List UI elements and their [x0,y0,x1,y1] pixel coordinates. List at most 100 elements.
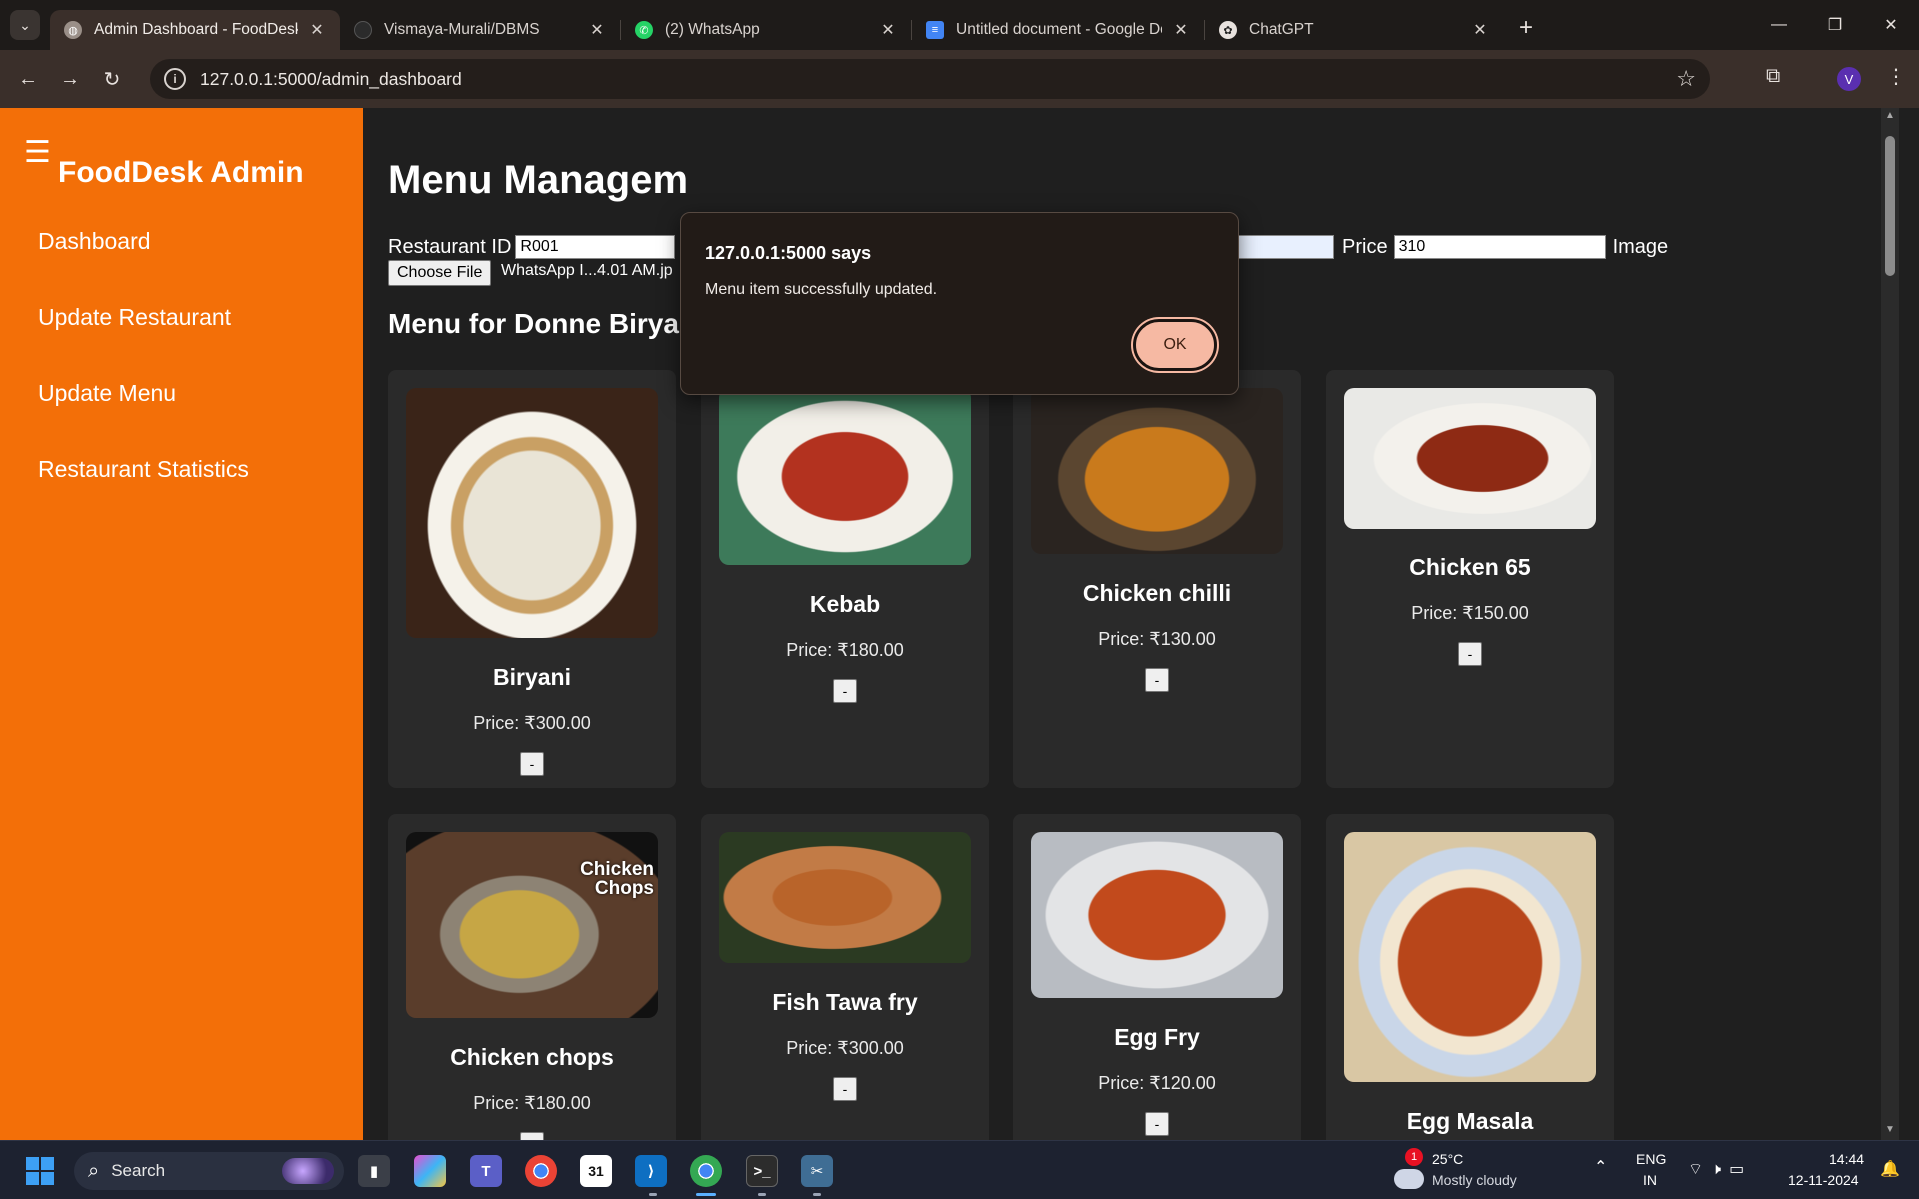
teams-icon[interactable]: T [470,1155,502,1187]
restaurant-id-input[interactable] [515,235,676,259]
system-tray-icons[interactable]: ⌔🕨▭ [1688,1159,1752,1179]
bookmark-star-icon[interactable]: ☆ [1676,66,1696,92]
google-docs-icon: ≡ [926,21,944,39]
scroll-thumb[interactable] [1885,136,1895,276]
running-indicator [758,1193,766,1196]
item-name: Chicken chops [450,1044,614,1070]
terminal-icon[interactable]: >_ [746,1155,778,1187]
tab-title: Vismaya-Murali/DBMS [384,21,540,38]
delete-item-button[interactable]: - [520,1132,544,1140]
close-icon[interactable]: ✕ [1471,20,1489,40]
weather-description: Mostly cloudy [1432,1172,1517,1188]
forward-arrow-icon[interactable]: → [56,65,84,93]
copilot-icon[interactable] [414,1155,446,1187]
speaker-muted-icon[interactable]: 🕨 [1711,1161,1729,1178]
running-indicator [649,1193,657,1196]
tab-chatgpt[interactable]: ✿ ChatGPT ✕ [1205,10,1503,50]
wifi-icon[interactable]: ⌔ [1688,1161,1711,1178]
notification-bell-icon[interactable]: 🔔 [1880,1159,1900,1179]
region-indicator[interactable]: IN [1643,1172,1657,1188]
tab-title: Admin Dashboard - FoodDesk [94,21,298,38]
extensions-icon[interactable]: ⧉ [1766,65,1780,88]
scroll-up-arrow-icon[interactable]: ▲ [1885,110,1895,121]
close-icon[interactable]: ✕ [879,20,897,40]
egg-masala-image [1344,832,1596,1082]
item-name: Egg Masala [1406,1108,1534,1134]
egg-fry-image [1031,832,1283,998]
battery-icon[interactable]: ▭ [1729,1161,1752,1178]
menu-form: Restaurant ID [388,232,676,262]
tab-title: ChatGPT [1249,21,1314,38]
sidebar-item-restaurant-statistics[interactable]: Restaurant Statistics [38,456,249,483]
item-name-input[interactable] [1238,235,1334,259]
choose-file-button[interactable]: Choose File [388,260,492,286]
item-price: Price: ₹150.00 [1411,603,1529,623]
sidebar-item-update-restaurant[interactable]: Update Restaurant [38,304,231,331]
chicken-65-image [1344,388,1596,529]
delete-item-button[interactable]: - [1145,1112,1169,1136]
fish-tawa-fry-image [719,832,971,963]
delete-item-button[interactable]: - [1458,642,1482,666]
clock-date[interactable]: 12-11-2024 [1788,1172,1859,1188]
delete-item-button[interactable]: - [833,1077,857,1101]
menu-card-kebab: Kebab Price: ₹180.00 - [701,370,989,788]
delete-item-button[interactable]: - [833,679,857,703]
price-input[interactable] [1393,235,1606,259]
snipping-tool-icon[interactable]: ✂ [801,1155,833,1187]
address-bar[interactable]: i 127.0.0.1:5000/admin_dashboard ☆ [150,59,1710,99]
restore-button[interactable]: ❐ [1807,0,1863,50]
windows-start-icon[interactable] [26,1157,54,1185]
menu-card-egg-fry: Egg Fry Price: ₹120.00 - [1013,814,1301,1140]
chrome-icon[interactable] [525,1155,557,1187]
browser-menu-icon[interactable]: ⋮ [1886,64,1906,89]
item-price: Price: ₹300.00 [786,1038,904,1058]
page-scrollbar[interactable]: ▲ ▼ [1881,108,1899,1140]
task-view-icon[interactable]: ▮ [358,1155,390,1187]
hamburger-menu-icon[interactable]: ☰ [24,138,51,168]
delete-item-button[interactable]: - [520,752,544,776]
item-price: Price: ₹180.00 [473,1093,591,1113]
tab-title: (2) WhatsApp [665,21,760,38]
site-info-icon[interactable]: i [164,68,186,90]
image-label: Image [1612,235,1669,258]
alert-dialog: 127.0.0.1:5000 says Menu item successful… [680,212,1239,395]
chrome-profile-icon[interactable] [690,1155,722,1187]
close-icon[interactable]: ✕ [588,20,606,40]
close-icon[interactable]: ✕ [1172,20,1190,40]
tab-google-docs[interactable]: ≡ Untitled document - Google Do ✕ [912,10,1204,50]
tab-search-button[interactable]: ⌄ [10,10,40,40]
language-indicator[interactable]: ENG [1636,1151,1666,1167]
back-arrow-icon[interactable]: ← [14,65,42,93]
tab-whatsapp[interactable]: ✆ (2) WhatsApp ✕ [621,10,911,50]
profile-avatar[interactable]: V [1837,67,1861,91]
new-tab-button[interactable]: + [1519,14,1533,42]
url-text[interactable]: 127.0.0.1:5000/admin_dashboard [200,69,462,90]
item-name: Biryani [493,664,571,690]
calendar-icon[interactable]: 31 [580,1155,612,1187]
vscode-icon[interactable]: ⟩ [635,1155,667,1187]
active-indicator [696,1193,716,1196]
minimize-button[interactable]: — [1751,0,1807,50]
tab-admin-dashboard[interactable]: ◍ Admin Dashboard - FoodDesk ✕ [50,10,340,50]
scroll-down-arrow-icon[interactable]: ▼ [1885,1124,1895,1135]
sidebar-item-update-menu[interactable]: Update Menu [38,380,176,407]
item-name: Chicken chilli [1082,580,1232,606]
tab-github[interactable]: Vismaya-Murali/DBMS ✕ [340,10,620,50]
taskbar-search[interactable]: ⌕ Search [74,1152,344,1190]
browser-toolbar: ← → ↻ i 127.0.0.1:5000/admin_dashboard ☆… [0,50,1919,108]
sidebar-item-dashboard[interactable]: Dashboard [38,228,151,255]
close-icon[interactable]: ✕ [308,20,326,40]
item-name: Kebab [809,591,881,617]
item-name: Chicken 65 [1409,554,1531,580]
search-icon: ⌕ [88,1159,100,1182]
clock-time[interactable]: 14:44 [1829,1151,1864,1167]
menu-card-chicken-chilli: Chicken chilli Price: ₹130.00 - [1013,370,1301,788]
reload-icon[interactable]: ↻ [98,65,126,93]
chevron-up-icon[interactable]: ⌃ [1594,1157,1607,1177]
price-label: Price [1342,235,1388,258]
close-window-button[interactable]: ✕ [1863,0,1919,50]
delete-item-button[interactable]: - [1145,668,1169,692]
ok-button[interactable]: OK [1133,319,1217,371]
page-title: Menu Managem [388,158,689,202]
menu-card-chicken-65: Chicken 65 Price: ₹150.00 - [1326,370,1614,788]
